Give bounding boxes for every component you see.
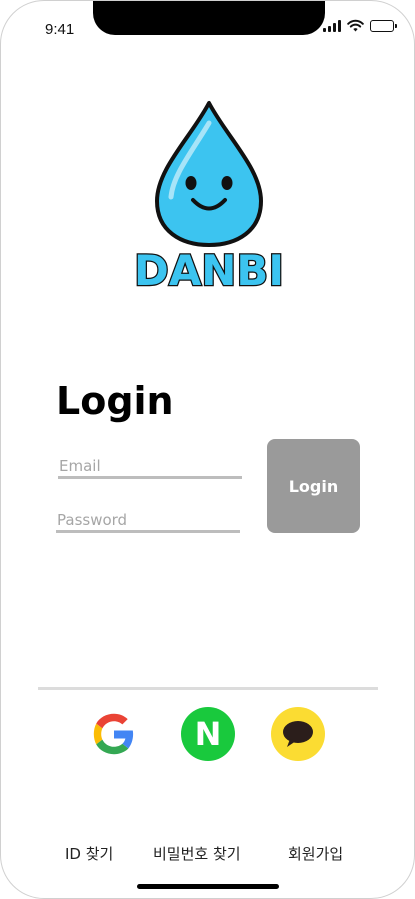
google-icon (93, 713, 134, 755)
kakao-login-button[interactable] (271, 707, 325, 761)
danbi-logo: DANBI (133, 101, 285, 293)
password-field[interactable] (56, 509, 240, 533)
login-button[interactable]: Login (267, 439, 360, 533)
page-title: Login (56, 379, 174, 423)
find-password-link[interactable]: 비밀번호 찾기 (153, 843, 241, 864)
naver-login-button[interactable]: N (181, 707, 235, 761)
find-id-link[interactable]: ID 찾기 (65, 843, 113, 864)
google-login-button[interactable] (87, 707, 141, 761)
status-time: 9:41 (45, 21, 75, 38)
wifi-icon (347, 19, 364, 32)
speech-bubble-icon (283, 721, 313, 747)
battery-icon (370, 19, 397, 32)
sign-up-link[interactable]: 회원가입 (288, 843, 343, 864)
logo-text: DANBI (134, 246, 284, 293)
naver-logo: N (194, 715, 222, 753)
email-field[interactable] (58, 455, 242, 479)
home-indicator (137, 884, 279, 889)
notch (93, 1, 325, 35)
status-icons (323, 19, 397, 32)
water-drop-icon (155, 101, 263, 247)
signal-icon (323, 19, 341, 32)
phone-screen: 9:41 DANBI Login Login (0, 0, 415, 899)
divider (38, 687, 378, 690)
